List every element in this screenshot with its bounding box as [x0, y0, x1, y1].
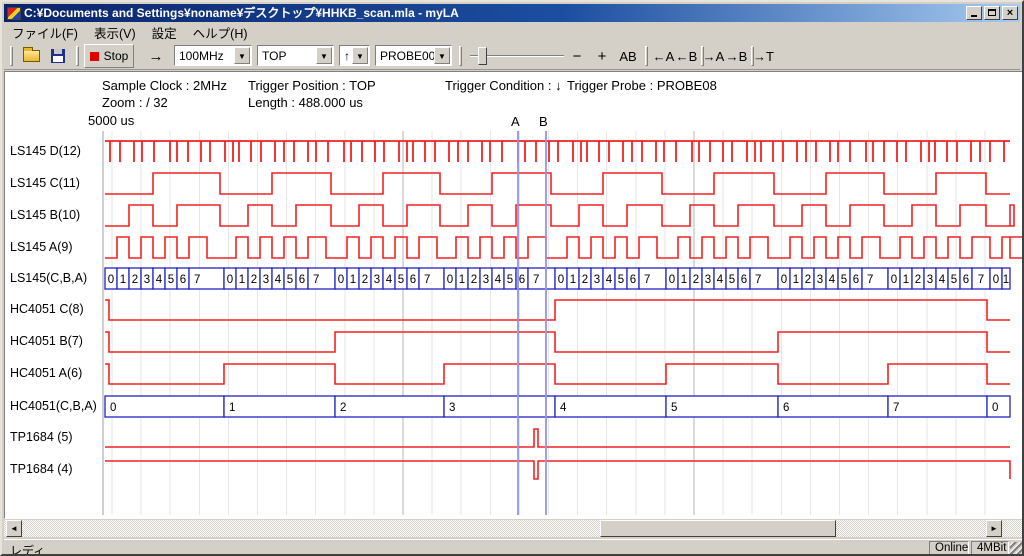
zoom-in-button[interactable]: + — [591, 44, 613, 68]
close-button[interactable]: × — [1002, 6, 1018, 20]
window-title: C:¥Documents and Settings¥noname¥デスクトップ¥… — [24, 4, 964, 22]
minimize-button[interactable] — [966, 6, 982, 20]
chevron-down-icon[interactable]: ▼ — [316, 47, 332, 64]
goto-next-t-button[interactable]: →T — [752, 44, 775, 68]
goto-next-a-button[interactable]: →A — [702, 44, 725, 68]
signal-label: LS145 A(9) — [10, 240, 73, 254]
stop-square-icon — [90, 52, 99, 61]
menu-item-1[interactable]: 表示(V) — [86, 22, 144, 43]
run-arrow-icon: → — [149, 48, 164, 65]
scrollbar-thumb[interactable] — [600, 520, 836, 537]
app-window: C:¥Documents and Settings¥noname¥デスクトップ¥… — [0, 0, 1024, 556]
chevron-down-icon[interactable]: ▼ — [352, 47, 368, 64]
zoom-out-button[interactable]: − — [566, 44, 588, 68]
save-file-button[interactable] — [46, 44, 70, 68]
trigger-condition-text: Trigger Condition : ↓ — [445, 78, 562, 93]
toolbar-grip[interactable] — [10, 46, 13, 66]
signal-label: LS145(C,B,A) — [10, 271, 87, 285]
menu-bar: ファイル(F)表示(V)設定ヘルプ(H) — [4, 23, 1020, 41]
sample-clock-select-value: 100MHz — [179, 49, 224, 63]
signal-label: TP1684 (5) — [10, 430, 73, 444]
toolbar-grip[interactable] — [76, 46, 79, 66]
status-bar: レディ Online 4MBit — [4, 539, 1024, 556]
trigger-position-select[interactable]: TOP ▼ — [257, 45, 334, 66]
horizontal-scrollbar[interactable]: ◄ ► — [4, 520, 1024, 537]
scroll-right-arrow-icon[interactable]: ► — [986, 520, 1002, 537]
ab-label: AB — [619, 49, 636, 64]
length-text: Length : 488.000 us — [248, 95, 363, 110]
waveform-area — [4, 71, 1024, 519]
trigger-probe-text: Trigger Probe : PROBE08 — [567, 78, 717, 93]
toolbar: Stop → 100MHz▼TOP▼↑▼PROBE00▼ − + AB ←A←B… — [4, 42, 1020, 70]
cursor-label-b[interactable]: B — [539, 114, 548, 129]
app-icon — [7, 7, 21, 20]
timescale-label: 5000 us — [88, 113, 134, 128]
zoom-slider-thumb[interactable] — [478, 47, 487, 65]
goto-prev-a-button[interactable]: ←A — [652, 44, 675, 68]
signal-label: TP1684 (4) — [10, 462, 73, 476]
toolbar-grip[interactable] — [645, 46, 648, 66]
status-online-badge: Online — [929, 541, 969, 556]
run-button[interactable]: → — [142, 44, 170, 68]
title-bar[interactable]: C:¥Documents and Settings¥noname¥デスクトップ¥… — [4, 4, 1020, 22]
toolbar-grip[interactable] — [751, 46, 754, 66]
maximize-button[interactable] — [984, 6, 1000, 20]
save-floppy-icon — [51, 49, 65, 63]
stop-label: Stop — [104, 49, 129, 63]
menu-item-0[interactable]: ファイル(F) — [4, 22, 86, 43]
trigger-edge-select-value: ↑ — [344, 49, 350, 63]
open-folder-icon — [23, 50, 40, 62]
goto-prev-b-button[interactable]: ←B — [675, 44, 698, 68]
signal-label: HC4051 A(6) — [10, 366, 82, 380]
trigger-probe-select[interactable]: PROBE00▼ — [375, 45, 452, 66]
signal-label: HC4051 B(7) — [10, 334, 83, 348]
signal-label: LS145 C(11) — [10, 176, 80, 190]
status-memory-badge: 4MBit — [971, 541, 1009, 556]
minus-icon: − — [573, 48, 582, 65]
goto-next-b-button[interactable]: →B — [725, 44, 748, 68]
chevron-down-icon[interactable]: ▼ — [434, 47, 450, 64]
sample-clock-text: Sample Clock : 2MHz — [102, 78, 227, 93]
plus-icon: + — [598, 48, 607, 65]
toolbar-grip[interactable] — [701, 46, 704, 66]
signal-label: LS145 D(12) — [10, 144, 81, 158]
toolbar-grip[interactable] — [459, 46, 462, 66]
signal-label: LS145 B(10) — [10, 208, 80, 222]
trigger-edge-select[interactable]: ↑▼ — [339, 45, 370, 66]
trigger-probe-select-value: PROBE00 — [380, 49, 435, 63]
menu-item-2[interactable]: 設定 — [144, 22, 185, 43]
signal-label: HC4051(C,B,A) — [10, 399, 97, 413]
scroll-left-arrow-icon[interactable]: ◄ — [6, 520, 22, 537]
menu-item-3[interactable]: ヘルプ(H) — [185, 22, 256, 43]
resize-grip[interactable] — [1010, 542, 1024, 556]
status-ready-text: レディ — [10, 542, 45, 556]
trigger-position-select-value: TOP — [262, 49, 286, 63]
cursor-label-a[interactable]: A — [511, 114, 520, 129]
chevron-down-icon[interactable]: ▼ — [234, 47, 250, 64]
open-file-button[interactable] — [18, 44, 44, 68]
zoom-text: Zoom : / 32 — [102, 95, 168, 110]
zoom-ab-button[interactable]: AB — [615, 44, 641, 68]
stop-button[interactable]: Stop — [84, 44, 134, 68]
trigger-position-text: Trigger Position : TOP — [248, 78, 376, 93]
signal-label: HC4051 C(8) — [10, 302, 84, 316]
sample-clock-select[interactable]: 100MHz ▼ — [174, 45, 252, 66]
